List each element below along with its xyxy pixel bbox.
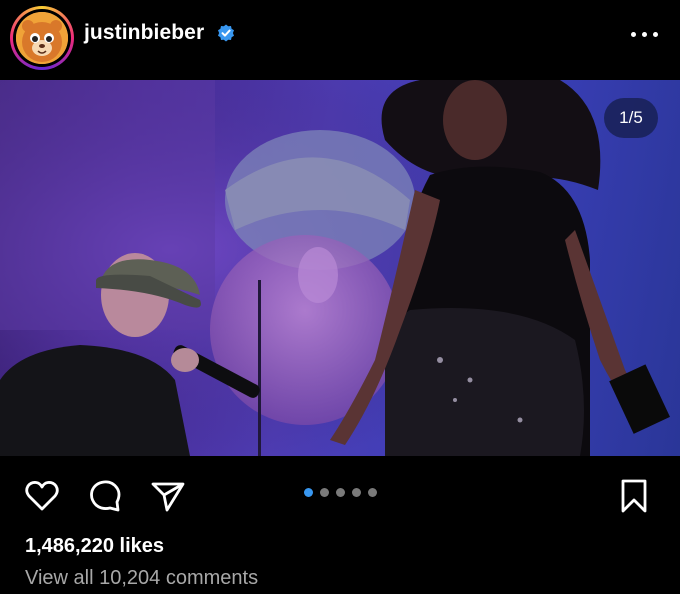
carousel-dot-active	[304, 488, 313, 497]
avatar-bear-illustration	[16, 12, 68, 64]
carousel-dot	[336, 488, 345, 497]
carousel-dot	[320, 488, 329, 497]
more-options-icon[interactable]	[628, 22, 662, 46]
post-photo[interactable]	[0, 80, 680, 456]
carousel-dot	[352, 488, 361, 497]
comment-icon[interactable]	[87, 478, 123, 514]
verified-badge-icon	[218, 24, 234, 42]
heart-icon[interactable]	[24, 478, 60, 514]
image-counter-badge: 1/5	[604, 98, 658, 138]
likes-count[interactable]: 1,486,220 likes	[25, 535, 164, 558]
post-actions-bar	[0, 470, 680, 520]
avatar-story-ring[interactable]	[10, 6, 74, 70]
view-comments-link[interactable]: View all 10,204 comments	[25, 567, 258, 590]
post-header: justinbieber	[0, 0, 680, 78]
carousel-dot	[368, 488, 377, 497]
bookmark-icon[interactable]	[616, 478, 652, 514]
concert-photo-illustration	[0, 80, 680, 456]
avatar[interactable]	[16, 12, 68, 64]
username-link[interactable]: justinbieber	[84, 21, 204, 45]
share-icon[interactable]	[150, 478, 186, 514]
